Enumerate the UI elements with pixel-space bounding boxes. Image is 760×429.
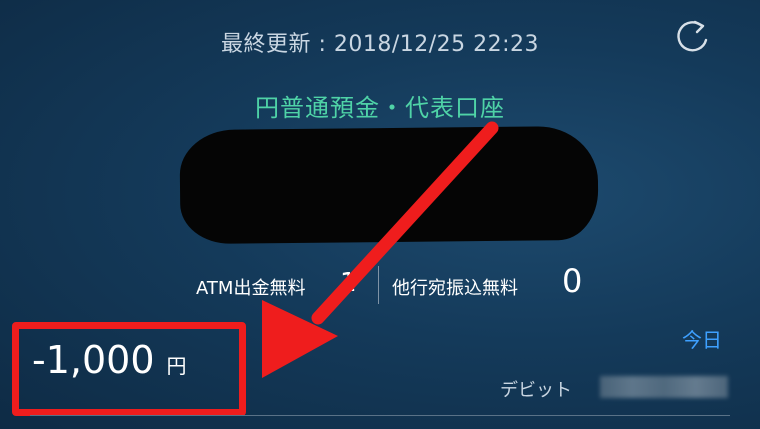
annotation-arrow-icon xyxy=(262,121,499,378)
